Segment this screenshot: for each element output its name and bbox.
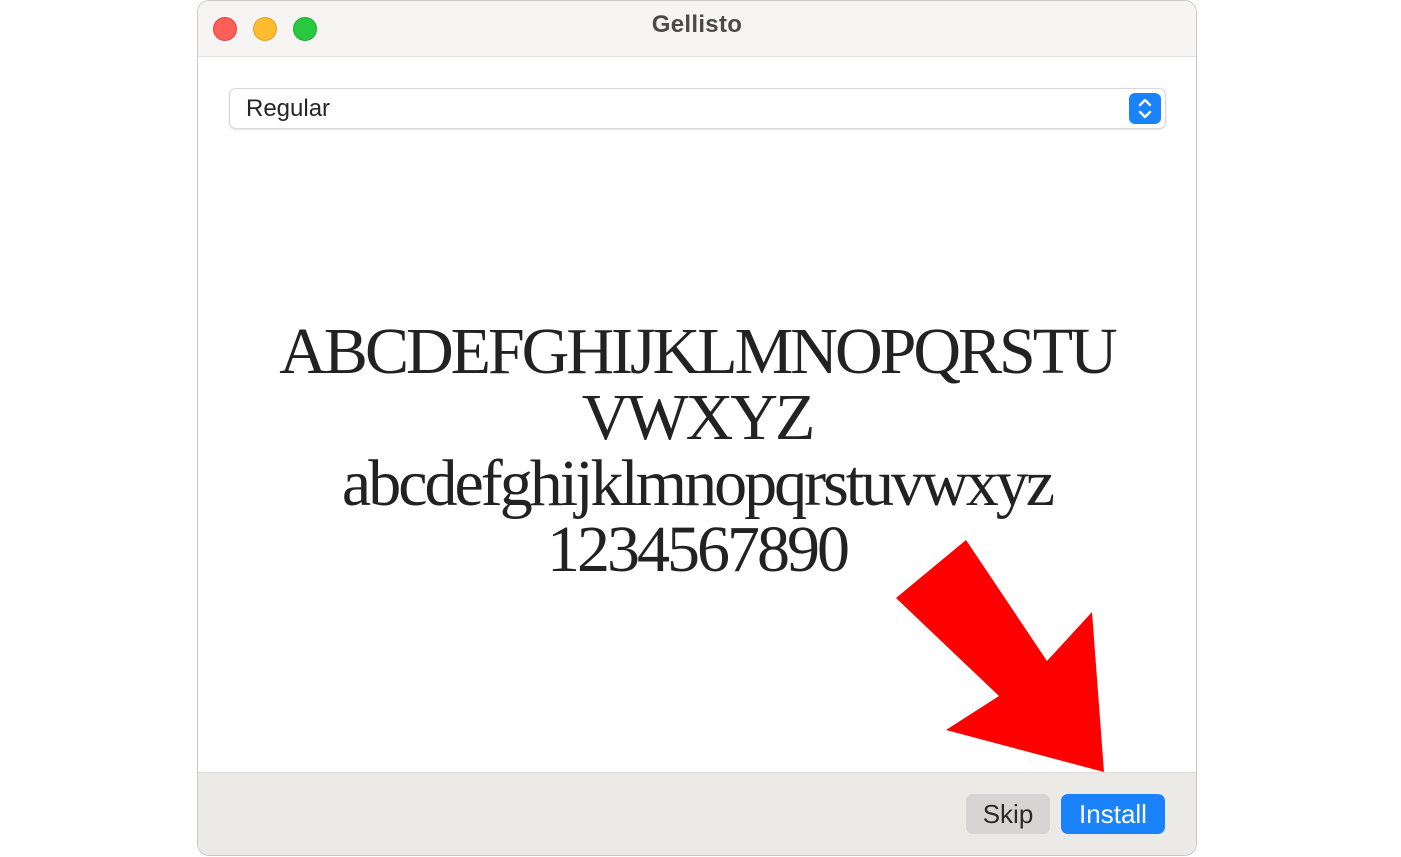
- preview-uppercase-line-1: ABCDEFGHIJKLMNOPQRSTU: [279, 315, 1117, 388]
- font-install-window: Gellisto Regular ABCDEFGHIJKLMNOPQRSTU V…: [197, 0, 1197, 856]
- title-bar: Gellisto: [198, 1, 1196, 57]
- preview-uppercase-line-2: VWXYZ: [581, 381, 816, 454]
- preview-digits-line: 1234567890: [547, 513, 850, 586]
- bottom-button-bar: Skip Install: [198, 772, 1196, 855]
- font-style-value: Regular: [246, 95, 331, 122]
- chevron-up-down-icon[interactable]: [1129, 93, 1161, 124]
- font-preview: ABCDEFGHIJKLMNOPQRSTU VWXYZ abcdefghijkl…: [218, 319, 1176, 583]
- skip-button[interactable]: Skip: [966, 794, 1050, 834]
- window-title: Gellisto: [651, 11, 743, 38]
- font-style-select[interactable]: Regular: [229, 88, 1166, 129]
- preview-lowercase-line: abcdefghijklmnopqrstuvwxyz: [341, 447, 1055, 520]
- install-button[interactable]: Install: [1061, 794, 1165, 834]
